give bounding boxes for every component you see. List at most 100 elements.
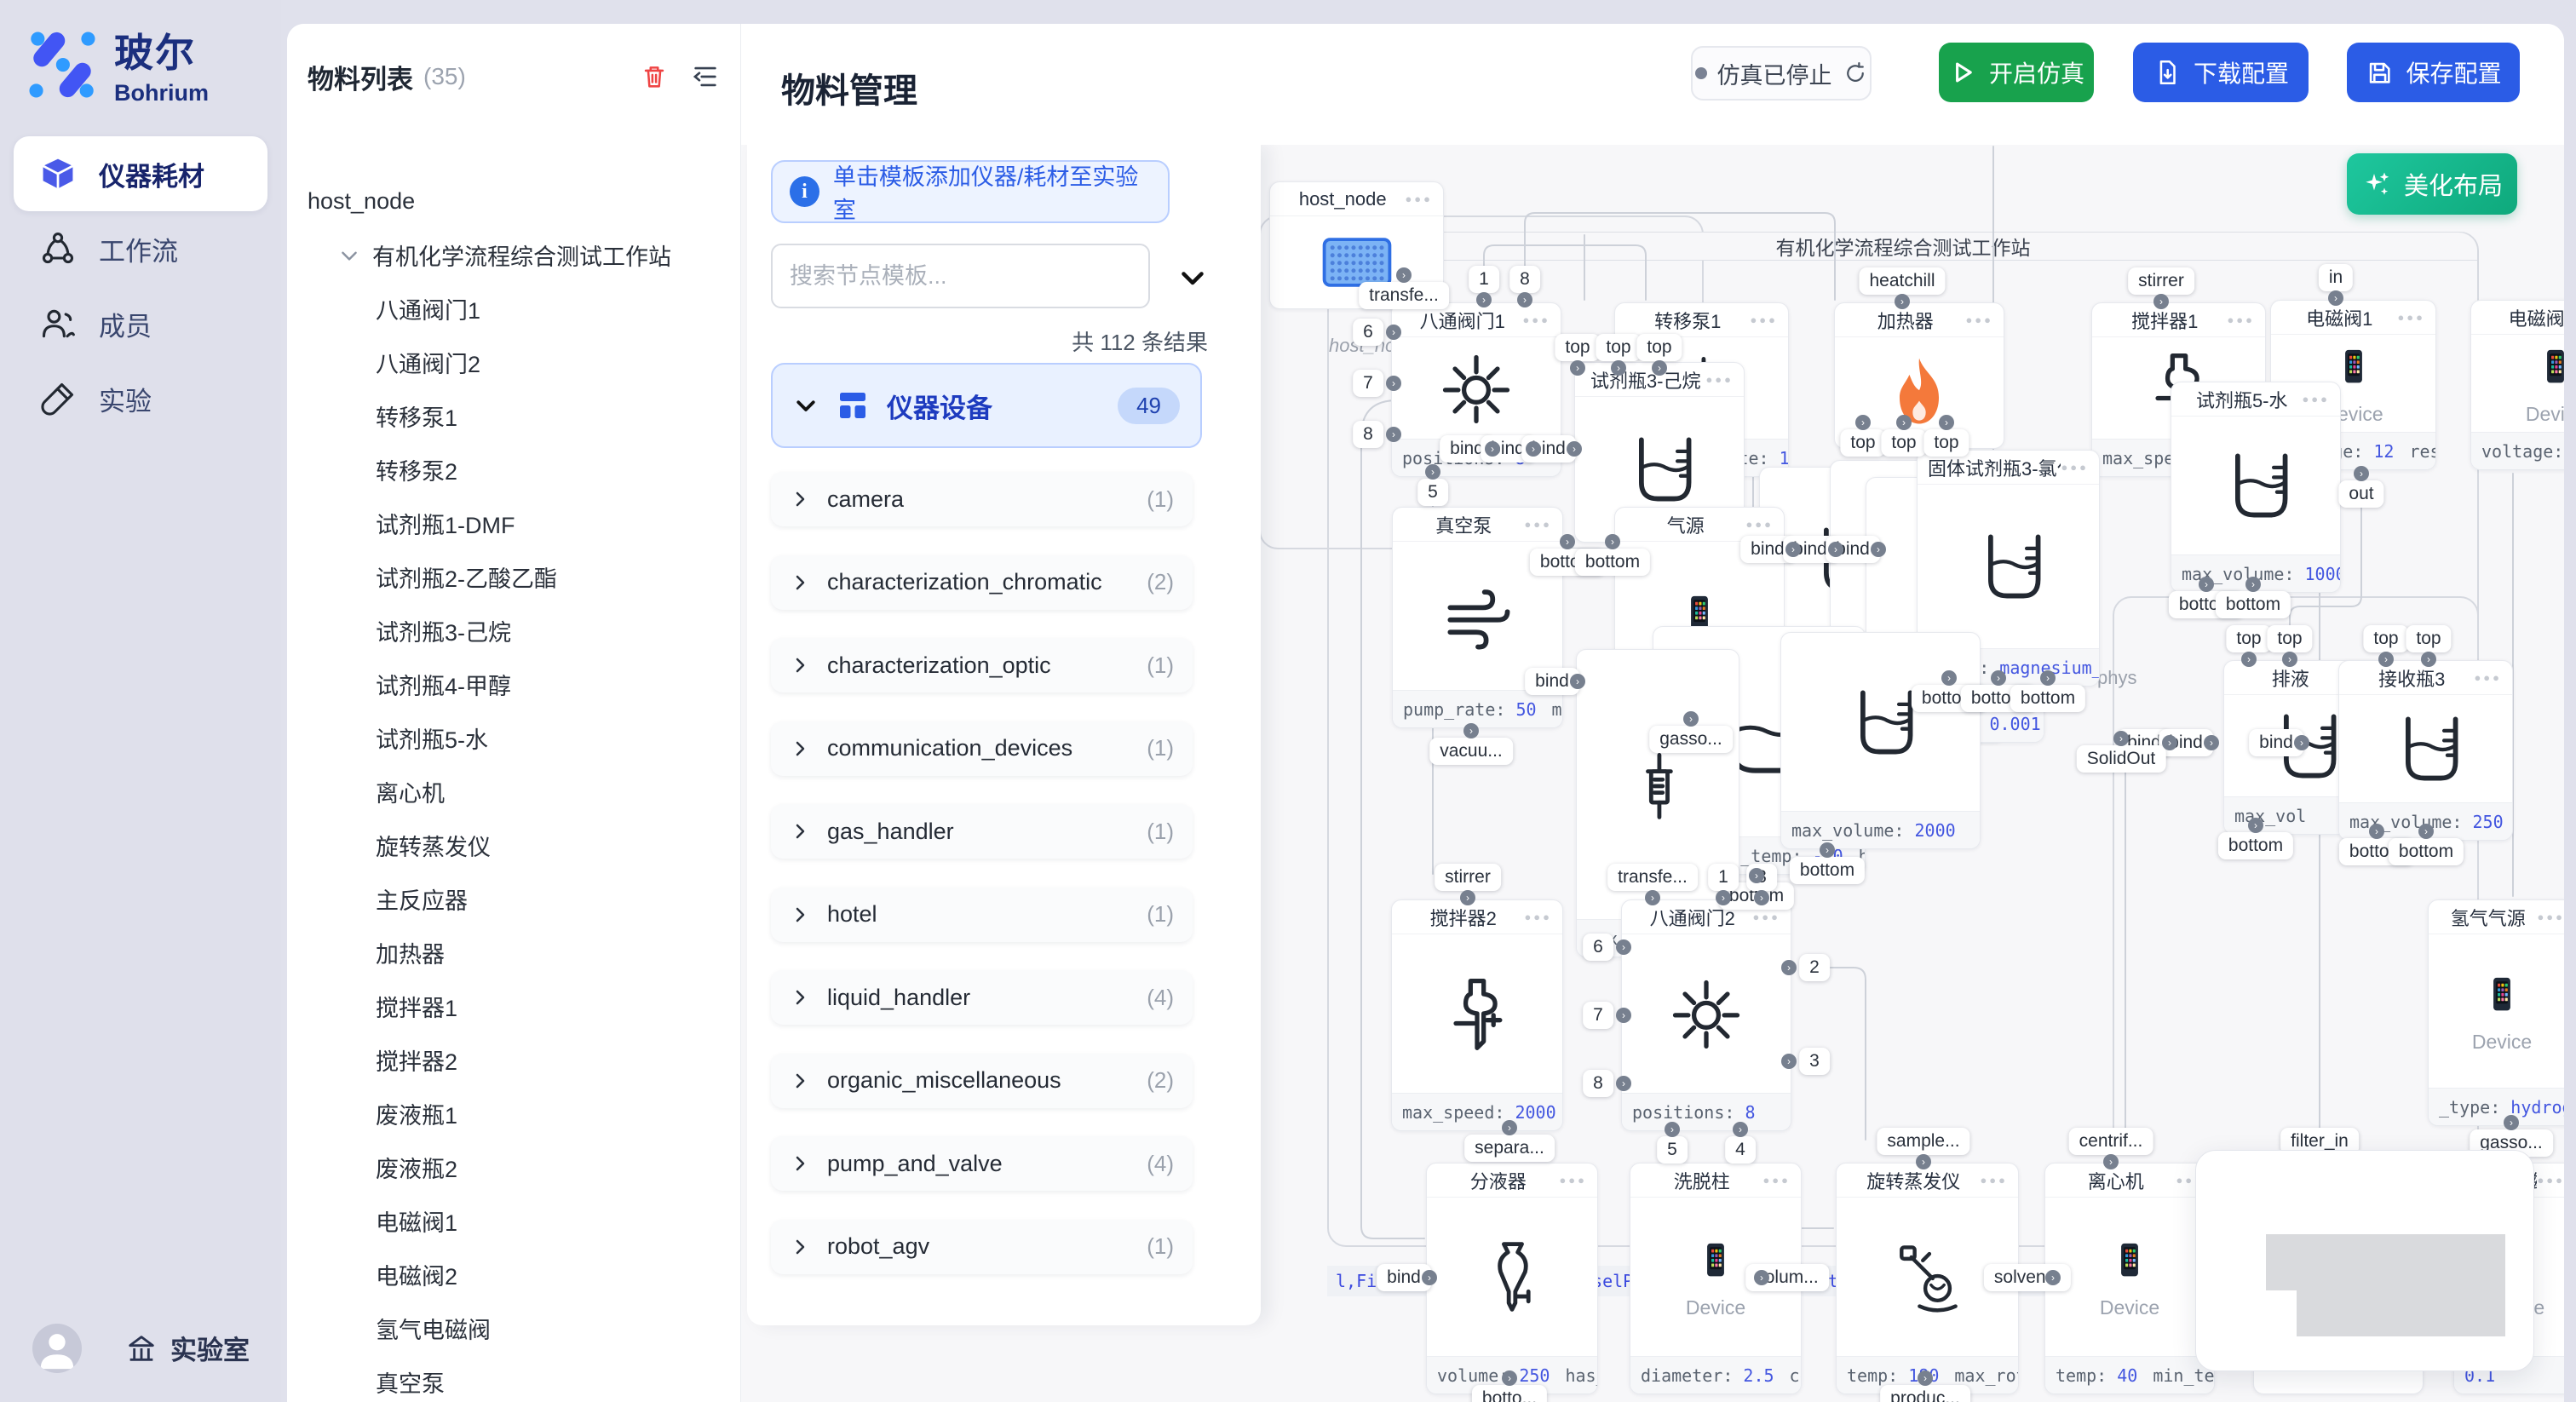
port-dot-icon[interactable]: › <box>1567 441 1582 457</box>
port-pill[interactable]: 8 <box>1509 266 1540 293</box>
collapse-chevron-icon[interactable] <box>1177 262 1208 293</box>
category-hotel[interactable]: hotel (1) <box>771 888 1193 942</box>
port-pill[interactable]: 6 <box>1583 934 1613 961</box>
port-pill[interactable]: top <box>1636 334 1682 361</box>
tree-item[interactable]: 搅拌器1 <box>287 980 740 1033</box>
node-menu-icon[interactable]: ●●● <box>1405 192 1433 205</box>
port-dot-icon[interactable]: › <box>1386 376 1401 391</box>
category-characterization_chromatic[interactable]: characterization_chromatic (2) <box>771 555 1193 610</box>
sidebar-item-1[interactable]: 工作流 <box>14 211 267 286</box>
port-dot-icon[interactable]: › <box>1460 890 1475 905</box>
port-dot-icon[interactable]: › <box>2282 652 2297 667</box>
node-menu-icon[interactable]: ●●● <box>2397 311 2425 324</box>
port-dot-icon[interactable]: › <box>1652 360 1667 376</box>
port-pill[interactable]: 8 <box>1583 1070 1613 1097</box>
port-dot-icon[interactable]: › <box>1781 960 1797 975</box>
save-config-button[interactable]: 保存配置 <box>2347 43 2520 102</box>
tree-item[interactable]: 电磁阀1 <box>287 1194 740 1248</box>
tree-item[interactable]: 试剂瓶4-甲醇 <box>287 658 740 711</box>
start-simulation-button[interactable]: 开启仿真 <box>1939 43 2094 102</box>
canvas-node[interactable]: 分液器 ●●●volume: 250has_phases: true <box>1426 1163 1598 1394</box>
canvas-node[interactable]: 电磁阀2 ●●●Devicevoltage: 12 <box>2470 300 2564 470</box>
brand-logo[interactable]: 玻尔 Bohrium <box>26 22 209 106</box>
port-pill[interactable]: top <box>1596 334 1641 361</box>
port-pill[interactable]: top <box>1840 429 1885 457</box>
port-pill[interactable]: 8 <box>1353 421 1383 448</box>
node-menu-icon[interactable]: ●●● <box>2061 461 2089 474</box>
port-dot-icon[interactable]: › <box>2241 652 2257 667</box>
port-pill[interactable]: stirrer <box>2128 267 2194 295</box>
port-pill[interactable]: 1 <box>1469 266 1499 293</box>
port-pill[interactable]: top <box>1555 334 1600 361</box>
tree-item[interactable]: 真空泵 <box>287 1355 740 1402</box>
port-pill[interactable]: 5 <box>1657 1136 1688 1164</box>
tree-item[interactable]: 试剂瓶3-己烷 <box>287 604 740 658</box>
port-dot-icon[interactable]: › <box>2153 294 2169 309</box>
port-dot-icon[interactable]: › <box>2369 824 2384 839</box>
port-dot-icon[interactable]: › <box>1570 674 1585 689</box>
port-dot-icon[interactable]: › <box>1665 1122 1680 1137</box>
node-menu-icon[interactable]: ●●● <box>1762 1174 1791 1187</box>
tree-item[interactable]: 有机化学流程综合测试工作站 <box>287 228 740 282</box>
category-camera[interactable]: camera (1) <box>771 472 1193 526</box>
port-dot-icon[interactable]: › <box>2354 466 2369 481</box>
tree-item[interactable]: 试剂瓶5-水 <box>287 711 740 765</box>
chevron-down-icon[interactable] <box>338 244 360 267</box>
download-config-button[interactable]: 下载配置 <box>2133 43 2309 102</box>
avatar[interactable] <box>32 1324 82 1373</box>
category-liquid_handler[interactable]: liquid_handler (4) <box>771 970 1193 1025</box>
category-pump_and_valve[interactable]: pump_and_valve (4) <box>771 1136 1193 1191</box>
port-dot-icon[interactable]: › <box>1616 1076 1631 1091</box>
port-dot-icon[interactable]: › <box>1645 890 1660 905</box>
port-pill[interactable]: top <box>2267 625 2312 652</box>
canvas-node[interactable]: max_volume: 2000 <box>1780 632 1981 849</box>
tree-item[interactable]: 搅拌器2 <box>287 1033 740 1087</box>
port-dot-icon[interactable]: › <box>1386 427 1401 442</box>
port-pill[interactable]: 7 <box>1583 1002 1613 1029</box>
simulation-status-badge[interactable]: 仿真已停止 <box>1691 46 1872 101</box>
tree-item[interactable]: 氢气电磁阀 <box>287 1301 740 1355</box>
port-dot-icon[interactable]: › <box>1716 890 1731 905</box>
port-dot-icon[interactable]: › <box>2204 735 2219 750</box>
node-menu-icon[interactable]: ●●● <box>1980 1174 2008 1187</box>
sidebar-item-lab[interactable]: 实验室 <box>124 1329 250 1367</box>
port-pill[interactable]: produc... <box>1880 1385 1970 1402</box>
node-menu-icon[interactable]: ●●● <box>1705 373 1734 386</box>
port-dot-icon[interactable]: › <box>1785 542 1801 557</box>
port-dot-icon[interactable]: › <box>1918 1370 1933 1386</box>
tree-item[interactable]: 电磁阀2 <box>287 1248 740 1301</box>
port-dot-icon[interactable]: › <box>1781 1054 1797 1069</box>
port-dot-icon[interactable]: › <box>1896 415 1912 430</box>
port-dot-icon[interactable]: › <box>2421 652 2436 667</box>
port-dot-icon[interactable]: › <box>1991 670 2006 686</box>
port-pill[interactable]: out <box>2338 480 2383 508</box>
port-pill[interactable]: bottom <box>2216 591 2291 618</box>
node-menu-icon[interactable]: ●●● <box>2537 1174 2564 1187</box>
port-pill[interactable]: 6 <box>1353 319 1383 346</box>
outdent-list-icon[interactable] <box>691 62 720 91</box>
port-dot-icon[interactable]: › <box>2103 1154 2119 1169</box>
port-dot-icon[interactable]: › <box>1463 723 1479 738</box>
port-dot-icon[interactable]: › <box>2245 577 2261 592</box>
sidebar-item-0[interactable]: 仪器耗材 <box>14 136 267 211</box>
port-dot-icon[interactable]: › <box>1916 1154 1931 1169</box>
port-dot-icon[interactable]: › <box>1570 360 1585 376</box>
port-dot-icon[interactable]: › <box>2328 290 2343 306</box>
node-menu-icon[interactable]: ●●● <box>2302 393 2330 405</box>
port-pill[interactable]: 5 <box>1417 479 1448 506</box>
port-dot-icon[interactable]: › <box>1939 415 1954 430</box>
tree-item[interactable]: 废液瓶2 <box>287 1141 740 1194</box>
canvas-node[interactable]: 搅拌器2 ●●●max_speed: 2000 <box>1391 899 1563 1131</box>
port-dot-icon[interactable]: › <box>2248 818 2263 833</box>
search-input[interactable] <box>771 244 1150 308</box>
port-dot-icon[interactable]: › <box>2418 824 2434 839</box>
sidebar-item-3[interactable]: 实验 <box>14 361 267 436</box>
port-pill[interactable]: centrif... <box>2069 1128 2153 1155</box>
port-pill[interactable]: botto... <box>1472 1385 1547 1402</box>
port-pill[interactable]: top <box>2406 625 2451 652</box>
port-pill[interactable]: transfe... <box>1607 864 1698 891</box>
port-dot-icon[interactable]: › <box>1616 939 1631 955</box>
port-pill[interactable]: heatchill <box>1859 267 1945 295</box>
node-menu-icon[interactable]: ●●● <box>1965 313 1993 326</box>
tree-item[interactable]: 试剂瓶2-乙酸乙酯 <box>287 550 740 604</box>
